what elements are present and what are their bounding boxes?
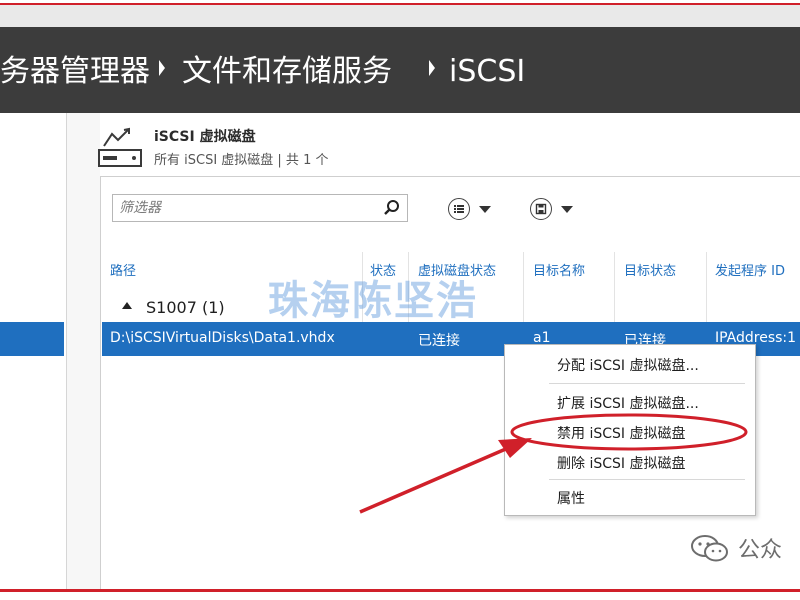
annotation-border-bottom xyxy=(0,589,800,592)
annotation-overlay xyxy=(359,413,748,514)
annotation-arrow-shaft xyxy=(359,446,509,514)
wechat-mark: 公众 xyxy=(690,532,782,564)
annotation-ellipse xyxy=(510,413,748,451)
annotation-arrow-head xyxy=(498,438,532,458)
wechat-icon xyxy=(691,535,728,562)
wechat-label: 公众 xyxy=(738,538,783,563)
